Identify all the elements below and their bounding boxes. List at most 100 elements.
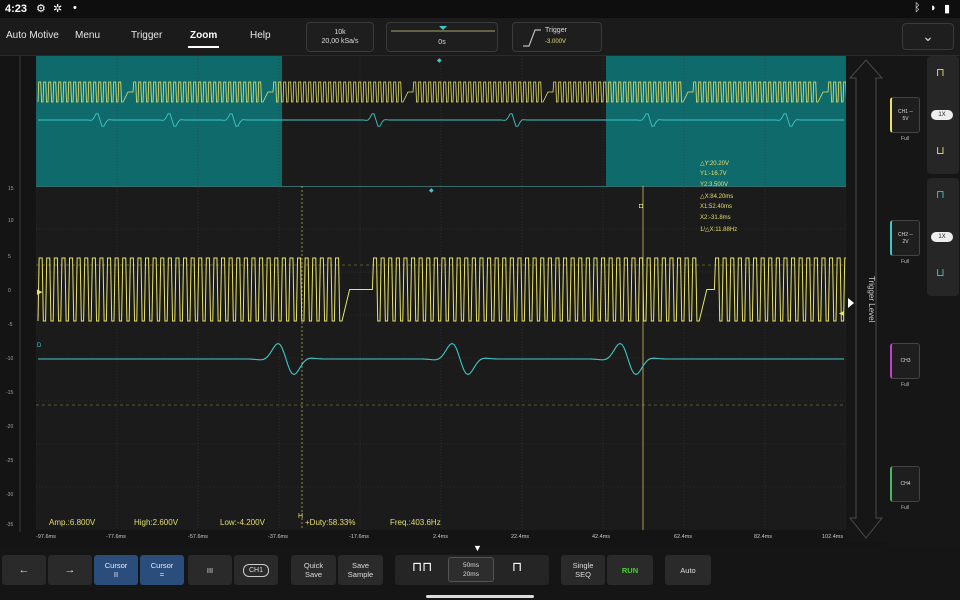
x-tick: 82.4ms <box>754 534 773 540</box>
ch4-button[interactable]: CH4 <box>890 466 920 502</box>
next-button[interactable]: → <box>48 555 92 585</box>
ch2-button[interactable]: CH2 ─ 2V <box>890 220 920 256</box>
toolbar-handle-icon[interactable]: ▼ <box>473 543 482 553</box>
trigger-box[interactable]: Trigger -3.000V <box>512 22 602 52</box>
ch2-probe-stack: ⊓ 1X ⊔ <box>927 178 959 296</box>
ch2-probe-toggle[interactable]: 1X <box>931 232 953 242</box>
ch1-probe-stack: ⊓ 1X ⊔ <box>927 56 959 174</box>
ch1-pulse-icon[interactable]: ⊓ <box>936 66 945 79</box>
prev-button[interactable]: ← <box>2 555 46 585</box>
cursor-y1: Y1:-16.7V <box>700 171 727 177</box>
ch1-marker[interactable]: ▶ <box>37 289 43 296</box>
trigger-title: Trigger <box>545 27 567 34</box>
save-sample-button[interactable]: Save Sample <box>338 555 383 585</box>
double-chevron-down-icon: ⌄ <box>922 28 934 44</box>
x-tick: 2.4ms <box>433 534 448 540</box>
cursor-inv-dx: 1/△X:11.88Hz <box>700 227 738 233</box>
meas-freq: Freq.:403.6Hz <box>390 518 441 527</box>
svg-text:-10: -10 <box>6 356 13 362</box>
waveform-display[interactable]: ▶ ◀ D ◘ H ◆ ◆ △Y:20.20V Y1:-16.7V Y2:3.5… <box>36 56 846 530</box>
svg-text:-35: -35 <box>6 522 13 528</box>
svg-text:-30: -30 <box>6 492 13 498</box>
left-axis-scale: 15 10 5 0 -5 -10 -15 -20 -25 -30 -35 <box>6 56 21 532</box>
ch1-trace <box>37 257 846 322</box>
sample-rate-box[interactable]: 10k 20,00 kSa/s <box>306 22 374 52</box>
trigger-level-label: Trigger Level <box>867 276 876 323</box>
svg-text:-20: -20 <box>6 424 13 430</box>
trigger-level-slider <box>848 59 884 539</box>
channel-select-button[interactable]: CH1 <box>234 555 278 585</box>
ch2-pulse-icon-2[interactable]: ⊔ <box>936 266 945 279</box>
ch3-button[interactable]: CH3 <box>890 343 920 379</box>
ch1-scale: 5V <box>902 116 909 122</box>
svg-text:-5: -5 <box>8 322 13 328</box>
active-underline <box>188 46 220 48</box>
auto-button[interactable]: Auto <box>665 555 711 585</box>
quick-save-button[interactable]: Quick Save <box>291 555 336 585</box>
cursor-x1: X1:52.40ms <box>700 204 733 210</box>
time-offset: 0s <box>438 39 446 46</box>
meas-high: High:2.600V <box>134 518 179 527</box>
x-tick: -57.6ms <box>188 534 208 540</box>
fan-icon: ✲ <box>53 3 63 15</box>
channel-select-label: CH1 <box>242 563 269 577</box>
zoom-center-marker: ◆ <box>429 188 434 194</box>
zoom-region-left <box>36 56 282 186</box>
rate-value: 10k <box>334 29 346 36</box>
dot-icon: • <box>73 2 77 14</box>
meas-low: Low:-4.200V <box>220 518 265 527</box>
grid-button[interactable]: III <box>188 555 232 585</box>
nav-handle[interactable] <box>426 595 534 598</box>
timebase-value: 50ms 20ms <box>448 557 494 582</box>
cursor-y2: Y2:3.500V <box>700 182 729 188</box>
menu-menu[interactable]: Menu <box>75 30 100 41</box>
collapse-button[interactable]: ⌄ <box>902 23 954 50</box>
menu-help[interactable]: Help <box>250 30 271 41</box>
status-bar: 4:23 ⚙ ✲ • ᛒ ◗ ▮ <box>0 0 960 18</box>
cursor-x2-handle[interactable]: H <box>298 513 303 520</box>
ch1-button[interactable]: CH1 ─ 5V <box>890 97 920 133</box>
svg-text:-15: -15 <box>6 390 13 396</box>
timebase-primary: 50ms <box>463 562 479 569</box>
timebase-increase-icon[interactable]: ⊓ <box>512 559 522 575</box>
menu-auto-motive[interactable]: Auto Motive <box>6 30 59 41</box>
bluetooth-icon: ᛒ <box>914 2 921 14</box>
cursor-vertical-button[interactable]: Cursor II <box>94 555 138 585</box>
trigger-level-rail[interactable]: Trigger Level <box>846 56 886 542</box>
meas-duty: +Duty:58.33% <box>305 518 356 527</box>
cursor-x1-handle[interactable]: ◘ <box>639 203 643 210</box>
trigger-value: -3.000V <box>545 39 567 45</box>
run-button[interactable]: RUN <box>607 555 653 585</box>
time-offset-box[interactable]: 0s <box>386 22 498 52</box>
svg-text:10: 10 <box>8 218 14 224</box>
svg-text:15: 15 <box>8 186 14 192</box>
cursor-dy: △Y:20.20V <box>700 161 729 167</box>
x-tick: 62.4ms <box>674 534 693 540</box>
ch2-marker[interactable]: D <box>37 343 42 349</box>
ch2-scale: 2V <box>902 239 909 245</box>
ch1-name: CH1 <box>898 109 909 115</box>
cursor-horizontal-button[interactable]: Cursor = <box>140 555 184 585</box>
single-seq-button[interactable]: Single SEQ <box>561 555 605 585</box>
wifi-icon: ◗ <box>930 2 937 14</box>
x-tick: 42.4ms <box>592 534 611 540</box>
ch4-name: CH4 <box>900 481 911 487</box>
timebase-decrease-icon[interactable]: ⊓⊓ <box>412 559 432 575</box>
ch1-probe-toggle[interactable]: 1X <box>931 110 953 120</box>
timebase-secondary: 20ms <box>463 571 479 578</box>
ch1-pulse-icon-2[interactable]: ⊔ <box>936 144 945 157</box>
oscilloscope-app: 4:23 ⚙ ✲ • ᛒ ◗ ▮ Auto Motive Menu Trigge… <box>0 0 960 600</box>
clock: 4:23 <box>5 3 28 15</box>
ch3-coupling: Full <box>900 382 910 388</box>
ch1-right-marker: ◀ <box>839 311 844 317</box>
trigger-pos-marker: ◆ <box>437 58 442 64</box>
cursor-x2: X2:-31.8ms <box>700 215 731 221</box>
svg-text:5: 5 <box>8 254 11 260</box>
x-tick: -17.6ms <box>349 534 369 540</box>
x-tick: -77.6ms <box>106 534 126 540</box>
menu-zoom[interactable]: Zoom <box>188 30 220 48</box>
ch4-coupling: Full <box>900 505 910 511</box>
ch2-pulse-icon[interactable]: ⊓ <box>936 188 945 201</box>
menu-trigger[interactable]: Trigger <box>131 30 162 41</box>
sample-rate: 20,00 kSa/s <box>321 38 359 45</box>
